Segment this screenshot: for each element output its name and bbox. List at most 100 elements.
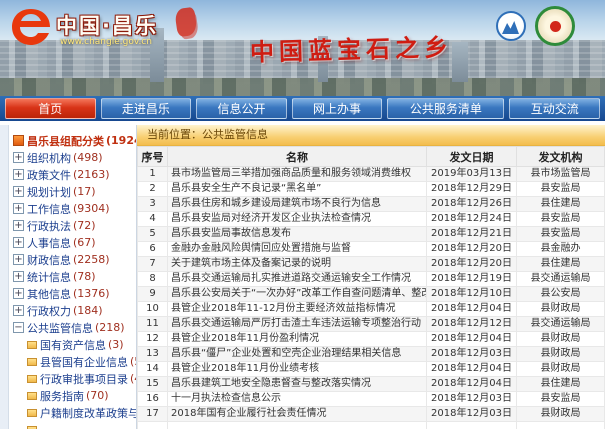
row-org: 县财政局 bbox=[517, 302, 605, 317]
sidebar-item[interactable]: +财政信息(2258) bbox=[13, 251, 136, 268]
sidebar-item[interactable]: 户籍制度改革政策与解... bbox=[13, 404, 136, 421]
row-title-link[interactable]: 昌乐县公安局关于“一次办好”改革工作自查问题清单、整改落实情况 bbox=[168, 287, 427, 302]
table-row: 6金融办金融风险舆情回应处置措施与监督2018年12月20日县金融办 bbox=[138, 242, 605, 257]
col-header-date: 发文日期 bbox=[427, 147, 517, 167]
sidebar-item-count: (70) bbox=[86, 389, 109, 402]
row-title-link[interactable]: 关于建筑市场主体及备案记录的说明 bbox=[168, 257, 427, 272]
row-number: 8 bbox=[138, 272, 168, 287]
expand-icon[interactable]: + bbox=[13, 186, 24, 197]
nav-tab-info-disclosure[interactable]: 信息公开 bbox=[196, 98, 287, 119]
row-title-link[interactable]: 昌乐县“僵尸”企业处置和空壳企业治理结果相关信息 bbox=[168, 347, 427, 362]
site-logo-icon bbox=[8, 6, 54, 48]
sidebar-item[interactable]: +统计信息(78) bbox=[13, 268, 136, 285]
row-title-link[interactable]: 昌乐县安全生产不良记录“黑名单” bbox=[168, 182, 427, 197]
sidebar-item[interactable]: +行政权力(184) bbox=[13, 302, 136, 319]
page: 中国·昌乐 www.changle.gov.cn 中国蓝宝石之乡 首页走进昌乐信… bbox=[0, 0, 605, 429]
expand-icon[interactable]: + bbox=[13, 305, 24, 316]
table-row: 14县管企业2018年11月份业绩考核2018年12月04日县财政局 bbox=[138, 362, 605, 377]
sidebar-item[interactable]: +组织机构(498) bbox=[13, 149, 136, 166]
row-title-link[interactable]: 2018年国有企业履行社会责任情况 bbox=[168, 407, 427, 422]
sidebar-item[interactable]: +规划计划(17) bbox=[13, 183, 136, 200]
sidebar-item[interactable]: +人事信息(67) bbox=[13, 234, 136, 251]
row-title-link[interactable] bbox=[168, 422, 427, 429]
row-date: 2018年12月04日 bbox=[427, 332, 517, 347]
expand-icon[interactable]: + bbox=[13, 271, 24, 282]
row-title-link[interactable]: 金融办金融风险舆情回应处置措施与监督 bbox=[168, 242, 427, 257]
folder-icon bbox=[27, 392, 37, 400]
row-title-link[interactable]: 昌乐县安监局事故信息发布 bbox=[168, 227, 427, 242]
nav-tab-public-service-list[interactable]: 公共服务清单 bbox=[387, 98, 504, 119]
sidebar-item-label: 行政权力 bbox=[27, 303, 71, 319]
sidebar-item[interactable]: 县管国有企业信息(5) bbox=[13, 353, 136, 370]
sidebar-root-label: 昌乐县组配分类 bbox=[27, 133, 104, 149]
expand-icon[interactable]: + bbox=[13, 203, 24, 214]
sidebar-item[interactable]: 服务指南(70) bbox=[13, 387, 136, 404]
sidebar-item-label: 行政执法 bbox=[27, 218, 71, 234]
row-org: 县财政局 bbox=[517, 407, 605, 422]
table-row: 4昌乐县安监局对经济开发区企业执法检查情况2018年12月24日县安监局 bbox=[138, 212, 605, 227]
sidebar-item[interactable]: 国有资产信息(3) bbox=[13, 336, 136, 353]
navbar: 首页走进昌乐信息公开网上办事公共服务清单互动交流 bbox=[0, 96, 605, 121]
slogan-calligraphy: 中国蓝宝石之乡 bbox=[250, 27, 454, 67]
row-number: 17 bbox=[138, 407, 168, 422]
sidebar-item[interactable]: +工作信息(9304) bbox=[13, 200, 136, 217]
nav-tab-home[interactable]: 首页 bbox=[5, 98, 96, 119]
expand-icon[interactable]: + bbox=[13, 237, 24, 248]
sidebar-item-label: 规划计划 bbox=[27, 184, 71, 200]
row-title-link[interactable]: 县管企业2018年11月份业绩考核 bbox=[168, 362, 427, 377]
table-row: 7关于建筑市场主体及备案记录的说明2018年12月20日县住建局 bbox=[138, 257, 605, 272]
row-title-link[interactable]: 昌乐县交通运输局严厉打击渣土车违法运输专项整治行动 bbox=[168, 317, 427, 332]
row-number: 7 bbox=[138, 257, 168, 272]
expand-icon[interactable]: + bbox=[13, 288, 24, 299]
row-title-link[interactable]: 十一月执法检查信息公示 bbox=[168, 392, 427, 407]
main-content: 当前位置：公共监管信息 序号 名称 发文日期 发文机构 1县市场监管局三举措加强… bbox=[137, 125, 605, 429]
table-row: 16十一月执法检查信息公示2018年12月03日县安监局 bbox=[138, 392, 605, 407]
expand-icon[interactable]: + bbox=[13, 254, 24, 265]
row-title-link[interactable]: 县管企业2018年11-12月份主要经济效益指标情况 bbox=[168, 302, 427, 317]
row-title-link[interactable]: 昌乐县交通运输局扎实推进道路交通运输安全工作情况 bbox=[168, 272, 427, 287]
col-header-number: 序号 bbox=[138, 147, 168, 167]
expand-icon[interactable]: + bbox=[13, 169, 24, 180]
sidebar-item-label: 组织机构 bbox=[27, 150, 71, 166]
sidebar-item-label: 服务指南 bbox=[40, 388, 84, 404]
row-number: 9 bbox=[138, 287, 168, 302]
row-org: 县安监局 bbox=[517, 212, 605, 227]
expand-icon[interactable]: + bbox=[13, 220, 24, 231]
table-row: 15昌乐县建筑工地安全隐患督查与整改落实情况2018年12月04日县住建局 bbox=[138, 377, 605, 392]
nav-tab-online-service[interactable]: 网上办事 bbox=[292, 98, 383, 119]
row-title-link[interactable]: 昌乐县建筑工地安全隐患督查与整改落实情况 bbox=[168, 377, 427, 392]
row-number: 14 bbox=[138, 362, 168, 377]
row-title-link[interactable]: 昌乐县住房和城乡建设局建筑市场不良行为信息 bbox=[168, 197, 427, 212]
table-body: 1县市场监管局三举措加强商品质量和服务领域消费维权2019年03月13日县市场监… bbox=[138, 167, 605, 429]
row-date: 2018年12月03日 bbox=[427, 392, 517, 407]
row-date: 2018年12月03日 bbox=[427, 407, 517, 422]
row-title-link[interactable]: 县市场监管局三举措加强商品质量和服务领域消费维权 bbox=[168, 167, 427, 182]
sidebar-item[interactable]: +其他信息(1376) bbox=[13, 285, 136, 302]
sidebar-item-label: 国有资产信息 bbox=[40, 337, 106, 353]
row-title-link[interactable]: 昌乐县安监局对经济开发区企业执法检查情况 bbox=[168, 212, 427, 227]
left-border-strip bbox=[0, 125, 9, 429]
sidebar-item-count: (1376) bbox=[73, 287, 110, 300]
sidebar-root-category[interactable]: 昌乐县组配分类 (19247) bbox=[13, 132, 136, 149]
sidebar-item-count: (5) bbox=[130, 355, 136, 368]
row-org: 县住建局 bbox=[517, 377, 605, 392]
row-title-link[interactable]: 县管企业2018年11月份盈利情况 bbox=[168, 332, 427, 347]
sidebar-item[interactable]: −公共监管信息(218) bbox=[13, 319, 136, 336]
expand-icon[interactable]: + bbox=[13, 152, 24, 163]
table-header-row: 序号 名称 发文日期 发文机构 bbox=[138, 147, 605, 167]
nav-tab-interaction[interactable]: 互动交流 bbox=[509, 98, 600, 119]
sidebar-item[interactable] bbox=[13, 421, 136, 429]
sidebar-item[interactable]: 行政审批事项目录(4) bbox=[13, 370, 136, 387]
row-date: 2018年12月04日 bbox=[427, 302, 517, 317]
collapse-icon[interactable]: − bbox=[13, 322, 24, 333]
table-row: 12县管企业2018年11月份盈利情况2018年12月04日县财政局 bbox=[138, 332, 605, 347]
nav-tab-about-changle[interactable]: 走进昌乐 bbox=[101, 98, 192, 119]
sidebar-item-count: (2258) bbox=[73, 253, 110, 266]
folder-icon bbox=[27, 426, 37, 429]
mountain-emblem-icon bbox=[496, 11, 526, 41]
sidebar-item[interactable]: +政策文件(2163) bbox=[13, 166, 136, 183]
row-number: 1 bbox=[138, 167, 168, 182]
sidebar-item[interactable]: +行政执法(72) bbox=[13, 217, 136, 234]
sidebar-item-label: 政策文件 bbox=[27, 167, 71, 183]
table-row: 11昌乐县交通运输局严厉打击渣土车违法运输专项整治行动2018年12月12日县交… bbox=[138, 317, 605, 332]
